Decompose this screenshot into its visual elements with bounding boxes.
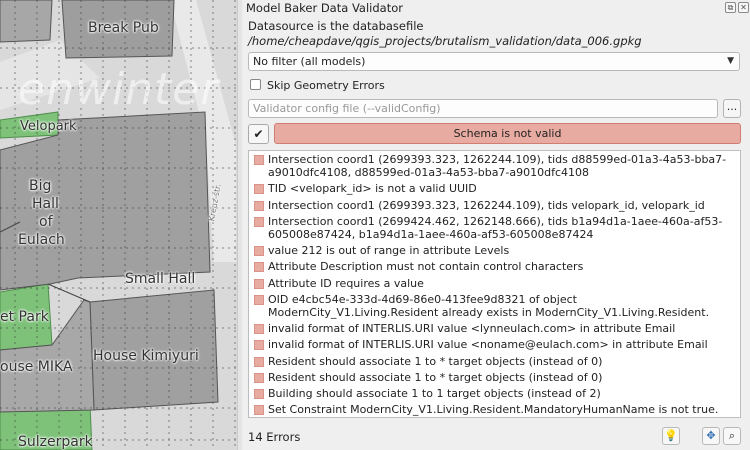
error-item[interactable]: Resident should associate 1 to * target … — [249, 371, 740, 384]
float-panel-icon[interactable]: ⧉ — [725, 2, 736, 13]
error-text: Attribute ID requires a value — [268, 276, 424, 290]
error-item[interactable]: Intersection coord1 (2699424.462, 126214… — [249, 215, 740, 241]
error-item[interactable]: OID e4cbc54e-333d-4d69-86e0-413fee9d8321… — [249, 293, 740, 319]
map-label-small-hall: Small Hall — [125, 271, 196, 287]
error-item[interactable]: Intersection coord1 (2699393.323, 126224… — [249, 199, 740, 212]
map-label-of: of — [39, 214, 53, 230]
map-label-break-pub: Break Pub — [88, 20, 159, 36]
error-marker-icon — [254, 372, 264, 383]
error-text: TID <velopark_id> is not a valid UUID — [268, 182, 477, 196]
error-marker-icon — [254, 278, 264, 289]
error-text: value 212 is out of range in attribute L… — [268, 244, 510, 258]
error-marker-icon — [254, 340, 264, 351]
datasource-prefix: Datasource is the databasefile — [248, 19, 424, 33]
model-filter-select[interactable]: No filter (all models) ▼ — [248, 52, 740, 71]
error-item[interactable]: Building should associate 1 to 1 target … — [249, 387, 740, 400]
error-text: Resident should associate 1 to * target … — [268, 354, 603, 368]
error-item[interactable]: TID <velopark_id> is not a valid UUID — [249, 182, 740, 195]
error-item[interactable]: Resident should associate 1 to * target … — [249, 355, 740, 368]
validator-panel: Model Baker Data Validator ⧉ ✕ Datasourc… — [242, 0, 750, 450]
error-item[interactable]: Attribute ID requires a value — [249, 277, 740, 290]
error-count: 14 Errors — [248, 430, 301, 444]
error-text: Intersection coord1 (2699393.323, 126224… — [268, 153, 727, 180]
map-label-big: Big — [29, 178, 52, 194]
error-marker-icon — [254, 262, 264, 273]
error-marker-icon — [254, 294, 264, 305]
map-label-house-kimiyuri: House Kimiyuri — [93, 348, 199, 364]
error-item[interactable]: Set Constraint ModernCity_V1.Living.Resi… — [249, 403, 740, 416]
error-marker-icon — [254, 324, 264, 335]
pan-to-feature-icon[interactable]: ✥ — [702, 427, 720, 445]
error-text: invalid format of INTERLIS.URI value <ly… — [268, 322, 676, 336]
error-text: Intersection coord1 (2699393.323, 126224… — [268, 198, 705, 212]
error-item[interactable]: Attribute Description must not contain c… — [249, 260, 740, 273]
error-text: OID e4cbc54e-333d-4d69-86e0-413fee9d8321… — [268, 292, 710, 320]
datasource-path: /home/cheapdave/qgis_projects/brutalism_… — [248, 34, 642, 48]
error-text: invalid format of INTERLIS.URI value <no… — [268, 338, 708, 352]
map-label-sulzerpark: Sulzerpark — [18, 434, 93, 450]
map-label-eulach: Eulach — [18, 232, 65, 248]
browse-config-button[interactable]: ... — [723, 99, 741, 118]
skip-geometry-checkbox[interactable]: Skip Geometry Errors — [250, 79, 385, 93]
error-marker-icon — [254, 246, 264, 257]
error-text: Resident should associate 1 to * target … — [268, 370, 603, 384]
error-item[interactable]: invalid format of INTERLIS.URI value <no… — [249, 338, 740, 351]
skip-geometry-label: Skip Geometry Errors — [267, 79, 385, 92]
datasource-info: Datasource is the databasefile /home/che… — [248, 19, 718, 49]
map-canvas[interactable]: enwinter Break Pub Velopark Big Hall of … — [0, 0, 237, 450]
map-label-et-park: et Park — [0, 309, 49, 325]
map-label-velopark: Velopark — [20, 119, 77, 134]
error-marker-icon — [254, 200, 264, 211]
lightbulb-icon[interactable]: 💡 — [662, 427, 680, 445]
model-filter-value: No filter (all models) — [253, 55, 366, 68]
error-marker-icon — [254, 184, 264, 195]
zoom-to-feature-icon[interactable]: ⌕ — [723, 427, 741, 445]
error-item[interactable]: value 212 is out of range in attribute L… — [249, 244, 740, 257]
config-file-input[interactable]: Validator config file (--validConfig) — [248, 99, 718, 118]
error-item[interactable]: Intersection coord1 (2699393.323, 126224… — [249, 153, 740, 179]
error-marker-icon — [254, 216, 264, 227]
error-text: Attribute Description must not contain c… — [268, 260, 584, 274]
map-label-hall: Hall — [32, 196, 59, 212]
error-text: Intersection coord1 (2699424.462, 126214… — [268, 214, 723, 242]
panel-title: Model Baker Data Validator — [246, 1, 403, 15]
close-panel-icon[interactable]: ✕ — [738, 2, 749, 13]
error-text: Building should associate 1 to 1 target … — [268, 387, 601, 401]
error-marker-icon — [254, 356, 264, 367]
error-item[interactable]: invalid format of INTERLIS.URI value <ly… — [249, 322, 740, 335]
validate-button[interactable]: ✔ — [248, 124, 269, 144]
error-marker-icon — [254, 389, 264, 400]
error-marker-icon — [254, 155, 264, 165]
validation-status: Schema is not valid — [274, 123, 741, 144]
error-text: Set Constraint ModernCity_V1.Living.Resi… — [268, 403, 719, 417]
error-marker-icon — [254, 405, 264, 416]
map-label-house-mika: ouse MIKA — [0, 359, 73, 375]
checkbox-box[interactable] — [250, 79, 261, 90]
map-watermark: enwinter — [18, 64, 220, 115]
chevron-down-icon: ▼ — [727, 56, 734, 66]
error-list[interactable]: Intersection coord1 (2699393.323, 126224… — [248, 150, 741, 418]
